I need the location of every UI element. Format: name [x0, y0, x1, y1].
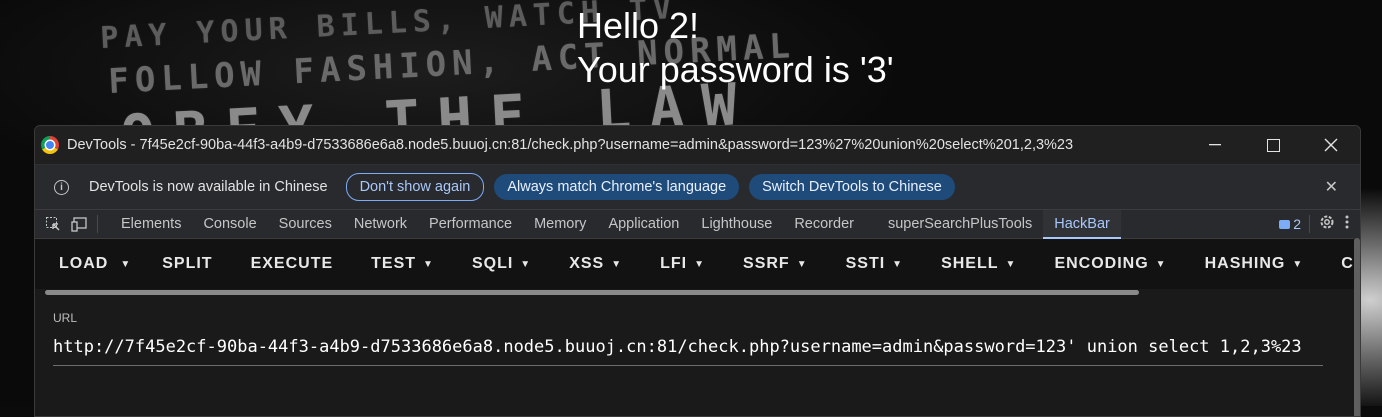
vertical-scrollbar-thumb[interactable] — [1354, 238, 1360, 416]
infobar-message: DevTools is now available in Chinese — [89, 179, 328, 195]
lfi-label: LFI — [660, 255, 688, 272]
execute-button[interactable]: EXECUTE — [232, 239, 353, 289]
toolbar-divider — [97, 215, 98, 233]
devtools-window: DevTools - 7f45e2cf-90ba-44f3-a4b9-d7533… — [34, 125, 1361, 417]
minimize-icon — [1209, 144, 1221, 146]
tab-lighthouse[interactable]: Lighthouse — [690, 210, 783, 238]
chevron-down-icon: ▼ — [1155, 258, 1167, 270]
chevron-down-icon: ▼ — [1292, 258, 1304, 270]
load-label: LOAD — [59, 255, 109, 272]
tab-sources[interactable]: Sources — [268, 210, 343, 238]
tab-elements[interactable]: Elements — [110, 210, 192, 238]
language-infobar: i DevTools is now available in Chinese D… — [35, 164, 1360, 209]
hashing-menu-button[interactable]: HASHING ▼ — [1186, 239, 1323, 289]
tab-application[interactable]: Application — [597, 210, 690, 238]
tab-memory[interactable]: Memory — [523, 210, 597, 238]
tab-recorder[interactable]: Recorder — [783, 210, 865, 238]
window-title: DevTools - 7f45e2cf-90ba-44f3-a4b9-d7533… — [67, 137, 1074, 153]
ssti-label: SSTI — [845, 255, 886, 272]
more-options-icon[interactable] — [1344, 214, 1350, 234]
lfi-menu-button[interactable]: LFI ▼ — [641, 239, 724, 289]
hashing-label: HASHING — [1204, 255, 1286, 272]
tab-console[interactable]: Console — [192, 210, 267, 238]
minimize-button[interactable] — [1186, 126, 1244, 164]
chevron-down-icon: ▼ — [423, 258, 434, 270]
tab-performance[interactable]: Performance — [418, 210, 523, 238]
always-match-language-button[interactable]: Always match Chrome's language — [494, 174, 740, 200]
chevron-down-icon: ▼ — [1005, 258, 1017, 270]
device-toolbar-icon[interactable] — [71, 216, 87, 232]
chrome-logo-icon — [41, 136, 59, 154]
devtools-titlebar[interactable]: DevTools - 7f45e2cf-90ba-44f3-a4b9-d7533… — [35, 126, 1360, 164]
settings-gear-icon[interactable] — [1318, 213, 1336, 235]
tab-supersearchplustools[interactable]: superSearchPlusTools — [877, 210, 1043, 238]
ssrf-menu-button[interactable]: SSRF ▼ — [724, 239, 827, 289]
page-output: Hello 2! Your password is '3' — [577, 4, 894, 92]
url-label: URL — [53, 311, 78, 325]
window-controls — [1186, 126, 1360, 164]
chevron-down-icon: ▼ — [694, 258, 706, 270]
dont-show-again-button[interactable]: Don't show again — [345, 173, 485, 201]
url-panel: URL http://7f45e2cf-90ba-44f3-a4b9-d7533… — [35, 295, 1360, 416]
close-icon — [1324, 138, 1338, 152]
encoding-menu-button[interactable]: ENCODING ▼ — [1035, 239, 1185, 289]
issues-count: 2 — [1293, 216, 1301, 232]
encoding-label: ENCODING — [1054, 255, 1149, 272]
sqli-label: SQLI — [471, 255, 514, 272]
maximize-icon — [1266, 138, 1280, 152]
maximize-button[interactable] — [1244, 126, 1302, 164]
issues-badge[interactable]: 2 — [1279, 216, 1301, 232]
xss-menu-button[interactable]: XSS ▼ — [550, 239, 641, 289]
switch-to-chinese-button[interactable]: Switch DevTools to Chinese — [749, 174, 955, 200]
tabbar-right-controls: 2 — [1279, 213, 1350, 235]
execute-label: EXECUTE — [250, 255, 334, 272]
chevron-down-icon: ▼ — [520, 258, 532, 270]
load-dropdown-icon[interactable]: ▼ — [120, 259, 143, 270]
test-menu-button[interactable]: TEST ▼ — [352, 239, 453, 289]
inspect-element-icon[interactable] — [45, 216, 61, 232]
info-icon: i — [54, 179, 69, 195]
devtools-tabbar: Elements Console Sources Network Perform… — [35, 209, 1360, 239]
test-label: TEST — [371, 255, 417, 272]
toolbar-divider — [1309, 215, 1310, 233]
url-input[interactable]: http://7f45e2cf-90ba-44f3-a4b9-d7533686e… — [53, 335, 1323, 366]
ssrf-label: SSRF — [743, 255, 790, 272]
password-text: Your password is '3' — [577, 49, 894, 90]
tab-network[interactable]: Network — [343, 210, 418, 238]
split-label: SPLIT — [162, 255, 213, 272]
infobar-close-icon[interactable]: ✕ — [1325, 177, 1338, 197]
hackbar-toolbar: LOAD ▼ SPLIT EXECUTE TEST ▼ SQLI ▼ XSS ▼ LF… — [35, 239, 1360, 289]
issues-icon — [1279, 219, 1291, 229]
tab-hackbar[interactable]: HackBar — [1043, 210, 1121, 239]
sqli-menu-button[interactable]: SQLI ▼ — [453, 239, 550, 289]
shell-label: SHELL — [941, 255, 999, 272]
vertical-scrollbar[interactable] — [1354, 238, 1360, 416]
close-window-button[interactable] — [1302, 126, 1360, 164]
split-button[interactable]: SPLIT — [143, 239, 231, 289]
chevron-down-icon: ▼ — [892, 258, 904, 270]
shell-menu-button[interactable]: SHELL ▼ — [922, 239, 1035, 289]
chevron-down-icon: ▼ — [611, 258, 623, 270]
chevron-down-icon: ▼ — [796, 258, 808, 270]
load-button[interactable]: LOAD — [35, 239, 120, 289]
xss-label: XSS — [569, 255, 605, 272]
hello-text: Hello 2! — [577, 5, 700, 46]
ssti-menu-button[interactable]: SSTI ▼ — [827, 239, 922, 289]
